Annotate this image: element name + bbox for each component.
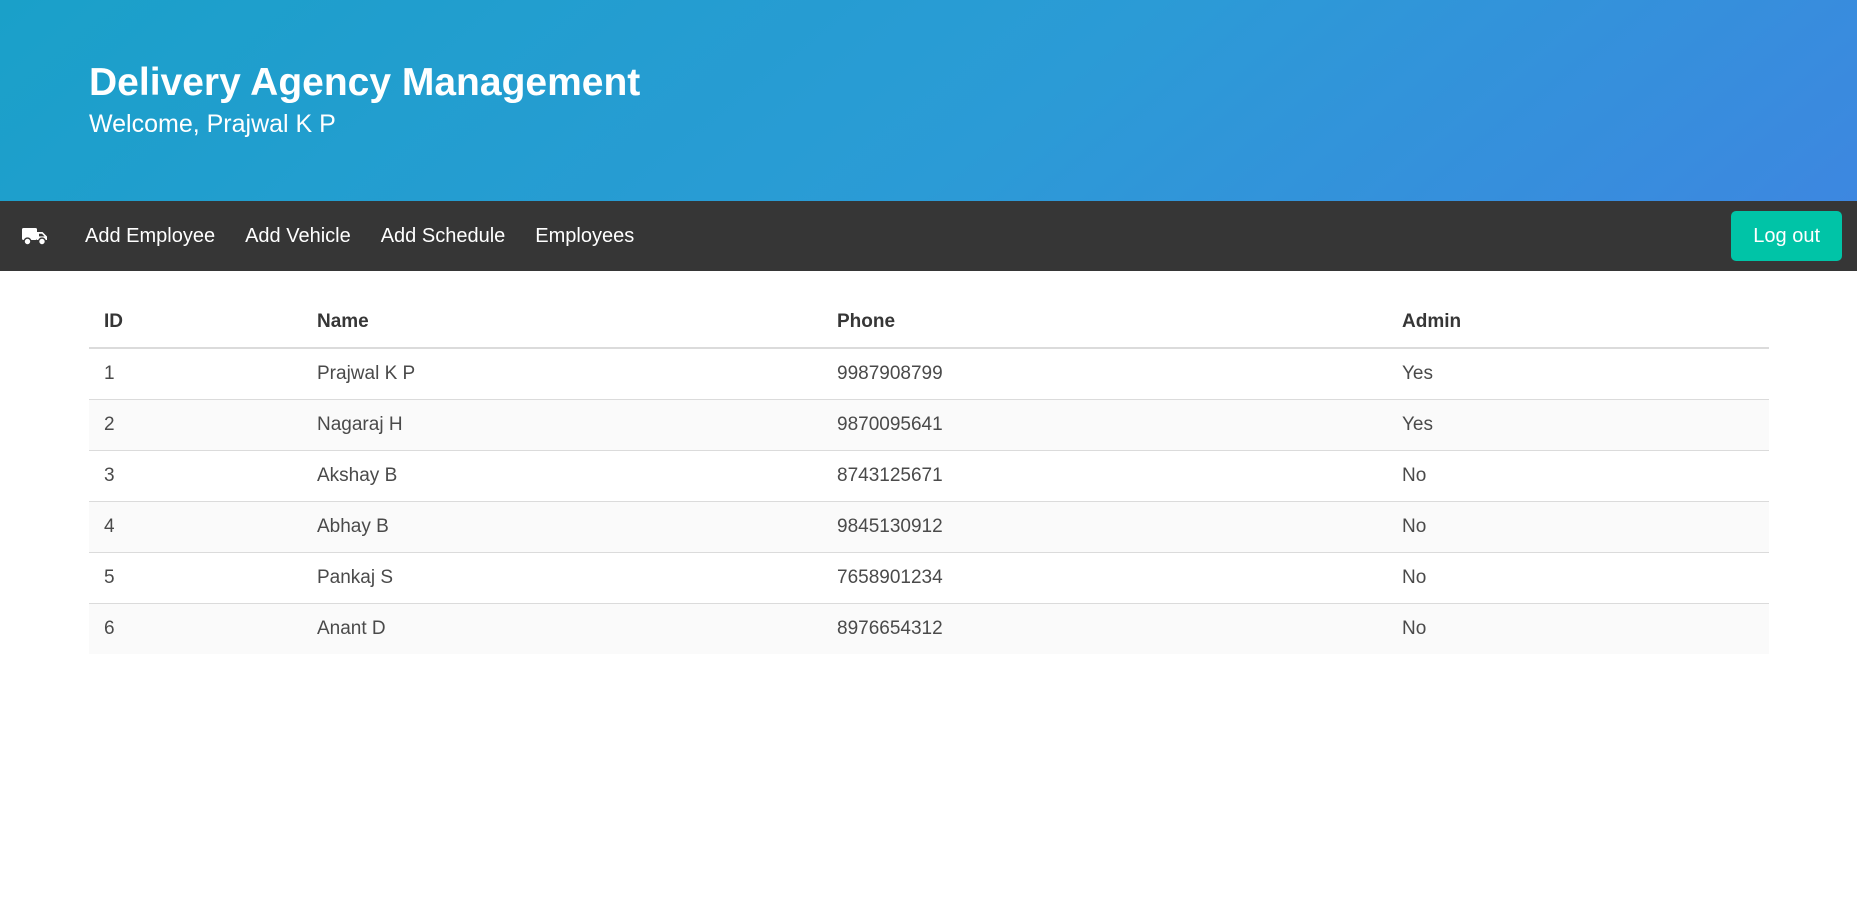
cell-phone: 7658901234 — [822, 552, 1387, 604]
nav-employees[interactable]: Employees — [520, 201, 649, 271]
cell-admin: No — [1387, 552, 1769, 604]
top-navbar: Add Employee Add Vehicle Add Schedule Em… — [0, 201, 1857, 271]
table-header: ID Name Phone Admin — [89, 296, 1769, 349]
cell-id: 6 — [89, 603, 302, 654]
cell-admin: No — [1387, 501, 1769, 553]
nav-add-employee[interactable]: Add Employee — [70, 201, 230, 271]
cell-phone: 9845130912 — [822, 501, 1387, 553]
column-header-admin: Admin — [1387, 296, 1769, 349]
cell-id: 2 — [89, 399, 302, 451]
table-row: 2 Nagaraj H 9870095641 Yes — [89, 399, 1769, 451]
table-row: 4 Abhay B 9845130912 No — [89, 501, 1769, 553]
cell-admin: No — [1387, 450, 1769, 502]
table-row: 5 Pankaj S 7658901234 No — [89, 552, 1769, 604]
brand-home-link[interactable] — [0, 201, 70, 271]
welcome-subtitle: Welcome, Prajwal K P — [89, 109, 336, 138]
nav-add-vehicle[interactable]: Add Vehicle — [230, 201, 366, 271]
cell-name: Pankaj S — [302, 552, 822, 604]
column-header-name: Name — [302, 296, 822, 349]
cell-phone: 8976654312 — [822, 603, 1387, 654]
cell-phone: 9987908799 — [822, 348, 1387, 400]
cell-name: Nagaraj H — [302, 399, 822, 451]
cell-id: 5 — [89, 552, 302, 604]
cell-admin: Yes — [1387, 348, 1769, 400]
table-row: 1 Prajwal K P 9987908799 Yes — [89, 348, 1769, 400]
navbar-end: Log out — [1731, 201, 1842, 271]
cell-name: Akshay B — [302, 450, 822, 502]
page-title: Delivery Agency Management — [89, 61, 641, 104]
cell-name: Prajwal K P — [302, 348, 822, 400]
table-row: 3 Akshay B 8743125671 No — [89, 450, 1769, 502]
cell-admin: Yes — [1387, 399, 1769, 451]
cell-name: Anant D — [302, 603, 822, 654]
table-row: 6 Anant D 8976654312 No — [89, 603, 1769, 654]
cell-phone: 9870095641 — [822, 399, 1387, 451]
employees-table: ID Name Phone Admin 1 Prajwal K P 998790… — [89, 296, 1769, 654]
cell-admin: No — [1387, 603, 1769, 654]
nav-add-schedule[interactable]: Add Schedule — [366, 201, 521, 271]
cell-id: 4 — [89, 501, 302, 553]
hero-body: Delivery Agency Management Welcome, Praj… — [89, 60, 640, 140]
table-body: 1 Prajwal K P 9987908799 Yes 2 Nagaraj H… — [89, 348, 1769, 654]
cell-id: 1 — [89, 348, 302, 400]
logout-button[interactable]: Log out — [1731, 211, 1842, 261]
main-content: ID Name Phone Admin 1 Prajwal K P 998790… — [0, 271, 1857, 654]
cell-name: Abhay B — [302, 501, 822, 553]
cell-phone: 8743125671 — [822, 450, 1387, 502]
column-header-phone: Phone — [822, 296, 1387, 349]
truck-icon — [22, 226, 48, 246]
cell-id: 3 — [89, 450, 302, 502]
table-header-row: ID Name Phone Admin — [89, 296, 1769, 349]
column-header-id: ID — [89, 296, 302, 349]
hero-banner: Delivery Agency Management Welcome, Praj… — [0, 0, 1857, 201]
